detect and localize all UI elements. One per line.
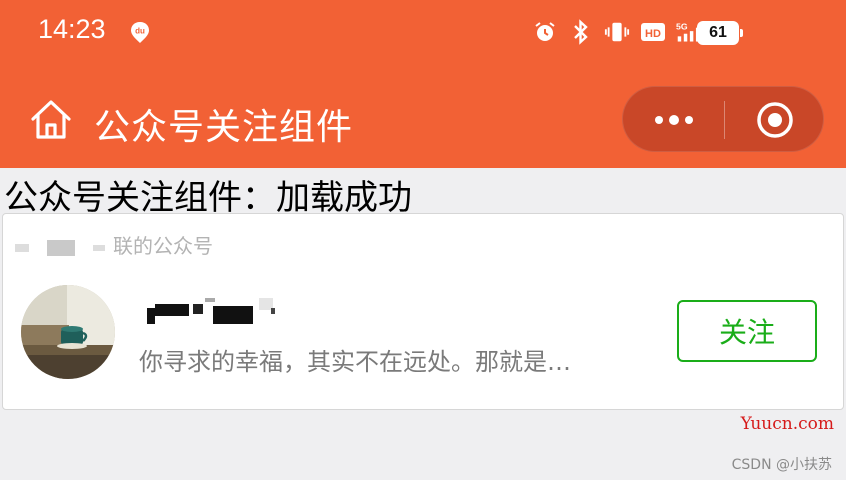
status-time: 14:23 xyxy=(38,14,106,44)
site-watermark: Yuucn.com xyxy=(740,414,834,434)
more-icon[interactable] xyxy=(623,87,724,153)
redacted-block xyxy=(47,239,75,256)
card-header-label: 联的公众号 xyxy=(113,234,213,258)
bluetooth-icon xyxy=(568,18,594,46)
svg-text:5G: 5G xyxy=(676,21,688,31)
redacted-block xyxy=(93,244,105,251)
page-title: 公众号关注组件 xyxy=(94,107,354,148)
csdn-watermark: CSDN @小扶苏 xyxy=(731,457,832,473)
alarm-icon xyxy=(532,18,558,46)
follow-button[interactable]: 关注 xyxy=(677,300,817,362)
hd-icon: HD xyxy=(640,18,666,46)
status-bar: 14:23 du HD 5G 61 xyxy=(0,0,846,70)
baidu-location-icon: du xyxy=(128,20,152,44)
nav-bar: 公众号关注组件 xyxy=(0,70,846,168)
card-header: 联的公众号 xyxy=(15,230,213,259)
home-icon[interactable] xyxy=(28,97,74,143)
svg-text:HD: HD xyxy=(645,28,661,40)
battery-icon: 61 xyxy=(697,21,743,45)
vibrate-icon xyxy=(604,18,630,46)
close-miniprogram-icon[interactable] xyxy=(725,87,825,153)
account-description: 你寻求的幸福，其实不在远处。那就是… xyxy=(139,348,571,376)
avatar[interactable] xyxy=(21,285,115,379)
menu-capsule xyxy=(622,86,824,152)
svg-text:du: du xyxy=(135,27,145,36)
account-name-redacted xyxy=(141,294,281,326)
redacted-block xyxy=(15,243,29,252)
official-account-card: 联的公众号 你寻求的幸福，其实不在远处。那就是… 关注 xyxy=(2,213,844,410)
load-status-text: 公众号关注组件：加载成功 xyxy=(4,178,412,218)
